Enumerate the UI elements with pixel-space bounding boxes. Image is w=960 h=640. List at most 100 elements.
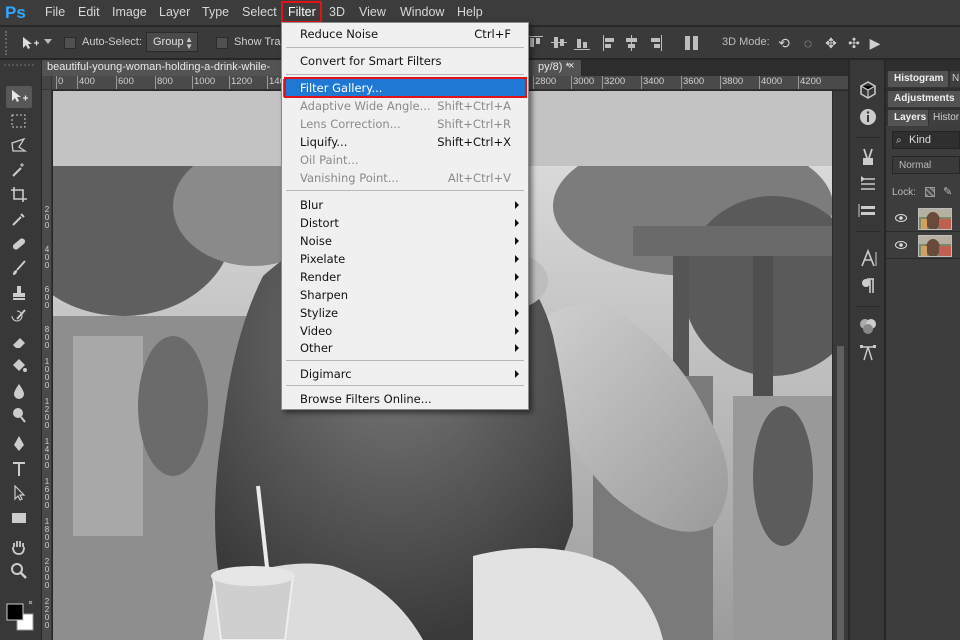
tab-histogram[interactable]: Histogram (888, 71, 948, 87)
paragraph-panel-icon[interactable] (858, 276, 878, 296)
blend-mode-select[interactable]: Normal (892, 156, 960, 174)
menu-item-noise[interactable]: Noise (283, 232, 527, 250)
color-swatches[interactable] (3, 600, 37, 634)
brush-presets-icon[interactable] (858, 147, 878, 167)
menu-item-render[interactable]: Render (283, 268, 527, 286)
3d-roll-icon[interactable]: ◌ (799, 35, 817, 51)
menu-item-blur[interactable]: Blur (283, 196, 527, 214)
actions-icon[interactable] (858, 201, 878, 221)
menu-3d[interactable]: 3D (329, 5, 345, 19)
3d-panel-icon[interactable] (858, 80, 878, 100)
lock-transparency-icon[interactable] (925, 187, 935, 197)
lock-pixels-icon[interactable]: ✎ (943, 185, 952, 198)
tab-adjustments[interactable]: Adjustments (888, 91, 960, 107)
layer-thumbnail (918, 235, 952, 257)
menu-separator (286, 385, 524, 386)
menu-item-sharpen[interactable]: Sharpen (283, 286, 527, 304)
align-hcenter-icon[interactable] (624, 35, 640, 51)
magic-wand-tool[interactable] (6, 159, 32, 181)
vertical-scrollbar[interactable] (832, 91, 848, 640)
visibility-eye-icon[interactable] (895, 214, 907, 222)
healing-tool[interactable] (6, 233, 32, 255)
menu-select[interactable]: Select (242, 5, 277, 19)
menu-image[interactable]: Image (112, 5, 147, 19)
blur-tool[interactable] (6, 380, 32, 402)
align-right-icon[interactable] (647, 35, 663, 51)
3d-camera-icon[interactable]: ▶ (866, 35, 884, 51)
menu-item-pixelate[interactable]: Pixelate (283, 250, 527, 268)
hand-tool[interactable] (6, 536, 32, 558)
magic-wand-icon (12, 163, 24, 177)
info-icon[interactable] (858, 107, 878, 127)
menu-item-stylize[interactable]: Stylize (283, 304, 527, 322)
3d-slide-icon[interactable]: ✣ (845, 35, 863, 51)
align-left-icon[interactable] (602, 35, 618, 51)
history-brush-tool[interactable] (6, 306, 32, 328)
character-panel-icon[interactable] (858, 248, 878, 269)
menu-item-label: Vanishing Point... (300, 171, 399, 185)
menu-layer[interactable]: Layer (159, 5, 190, 19)
marquee-tool[interactable] (6, 110, 32, 132)
menu-item-video[interactable]: Video (283, 322, 527, 340)
3d-rotate-icon[interactable]: ⟲ (775, 35, 793, 51)
tab-layers[interactable]: Layers (888, 110, 928, 126)
align-top-icon[interactable] (527, 35, 543, 51)
menu-item-label: Reduce Noise (300, 27, 379, 41)
menu-item-convert-smart-filters[interactable]: Convert for Smart Filters (283, 52, 527, 70)
menu-item-liquify[interactable]: Liquify... Shift+Ctrl+X (283, 133, 527, 151)
path-select-tool[interactable] (6, 482, 32, 504)
move-tool-preset-icon[interactable] (20, 35, 40, 51)
menu-separator (286, 47, 524, 48)
align-vcenter-icon[interactable] (551, 35, 567, 51)
align-bottom-icon[interactable] (574, 35, 590, 51)
eraser-tool[interactable] (6, 331, 32, 353)
menu-item-other[interactable]: Other (283, 339, 527, 357)
menu-item-browse-filters-online[interactable]: Browse Filters Online... (283, 390, 527, 408)
zoom-tool[interactable] (6, 560, 32, 582)
tab-navigator[interactable]: N (950, 71, 960, 87)
brush-tool[interactable] (6, 257, 32, 279)
eyedropper-tool[interactable] (6, 208, 32, 230)
close-icon[interactable]: × (568, 60, 574, 72)
history-panel-icon[interactable] (858, 174, 878, 194)
tools-panel-grip[interactable] (4, 64, 34, 66)
auto-select-label: Auto-Select: (82, 36, 142, 48)
layer-filter-kind-select[interactable]: ⌕ Kind (892, 131, 960, 149)
menu-view[interactable]: View (359, 5, 386, 19)
paint-bucket-tool[interactable] (6, 355, 32, 377)
options-bar-grip[interactable] (5, 31, 11, 55)
ruler-origin[interactable] (42, 76, 52, 90)
menu-item-distort[interactable]: Distort (283, 214, 527, 232)
menu-window[interactable]: Window (400, 5, 444, 19)
paths-panel-icon[interactable] (858, 343, 878, 363)
menu-help[interactable]: Help (457, 5, 483, 19)
move-tool-icon (12, 90, 28, 102)
type-tool[interactable] (6, 458, 32, 480)
menu-edit[interactable]: Edit (78, 5, 100, 19)
show-transform-checkbox[interactable] (216, 37, 228, 49)
lasso-tool[interactable] (6, 135, 32, 157)
dodge-tool[interactable] (6, 404, 32, 426)
3d-pan-icon[interactable]: ✥ (822, 35, 840, 51)
color-panel-icon[interactable] (858, 316, 878, 336)
layer-row[interactable] (886, 206, 960, 232)
pen-tool[interactable] (6, 433, 32, 455)
rectangle-tool[interactable] (6, 507, 32, 529)
marquee-icon (11, 114, 26, 128)
menu-item-reduce-noise[interactable]: Reduce Noise Ctrl+F (283, 25, 527, 43)
auto-select-target-select[interactable]: Group ▲ ▼ (146, 32, 198, 52)
move-tool[interactable] (6, 86, 32, 108)
vertical-scrollbar-thumb[interactable] (837, 346, 844, 640)
auto-align-icon[interactable] (684, 35, 700, 51)
visibility-eye-icon[interactable] (895, 241, 907, 249)
chevron-down-icon[interactable] (44, 39, 52, 44)
menu-item-digimarc[interactable]: Digimarc (283, 365, 527, 383)
menu-file[interactable]: File (45, 5, 65, 19)
menu-type[interactable]: Type (202, 5, 229, 19)
ruler-vertical[interactable]: 2 0 0 4 0 0 6 0 0 8 0 0 1 0 0 0 1 2 0 0 … (42, 90, 52, 640)
tab-history[interactable]: Histor (929, 110, 960, 126)
stamp-tool[interactable] (6, 282, 32, 304)
crop-tool[interactable] (6, 184, 32, 206)
layer-row[interactable] (886, 233, 960, 259)
auto-select-checkbox[interactable] (64, 37, 76, 49)
